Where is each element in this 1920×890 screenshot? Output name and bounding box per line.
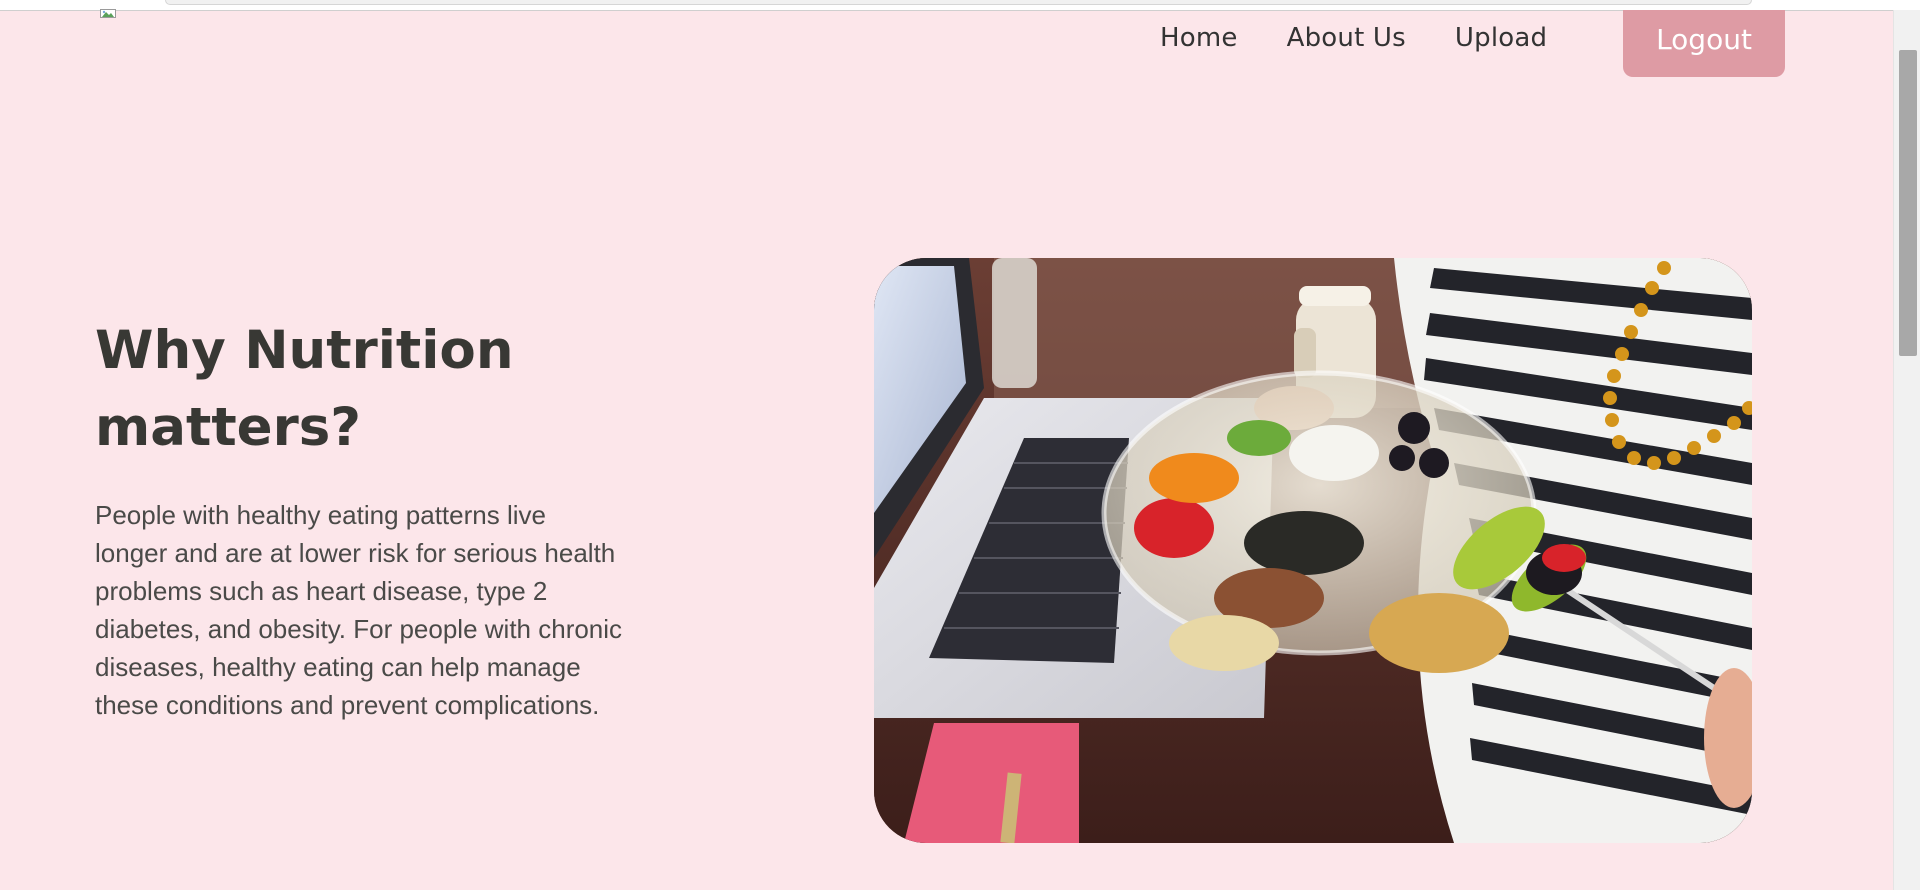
nav-upload-link[interactable]: Upload [1455, 23, 1547, 53]
hero-photo [874, 258, 1752, 843]
scrollbar-thumb[interactable] [1899, 50, 1917, 356]
hero-description: People with healthy eating patterns live… [95, 500, 623, 720]
nav-home-link[interactable]: Home [1160, 23, 1238, 53]
hero-title: Why Nutrition matters? [95, 320, 514, 458]
logout-button[interactable]: Logout [1623, 10, 1785, 77]
vertical-scrollbar[interactable] [1893, 10, 1920, 890]
nav-about-us-link[interactable]: About Us [1287, 23, 1406, 53]
broken-logo-icon[interactable] [100, 9, 116, 18]
page: Home About Us Upload Logout Why Nutritio… [0, 0, 1920, 890]
salad-bowl-laptop-illustration [874, 258, 1752, 843]
address-bar-edge[interactable] [165, 0, 1752, 5]
main-nav: Home About Us Upload Logout [1160, 10, 1785, 77]
